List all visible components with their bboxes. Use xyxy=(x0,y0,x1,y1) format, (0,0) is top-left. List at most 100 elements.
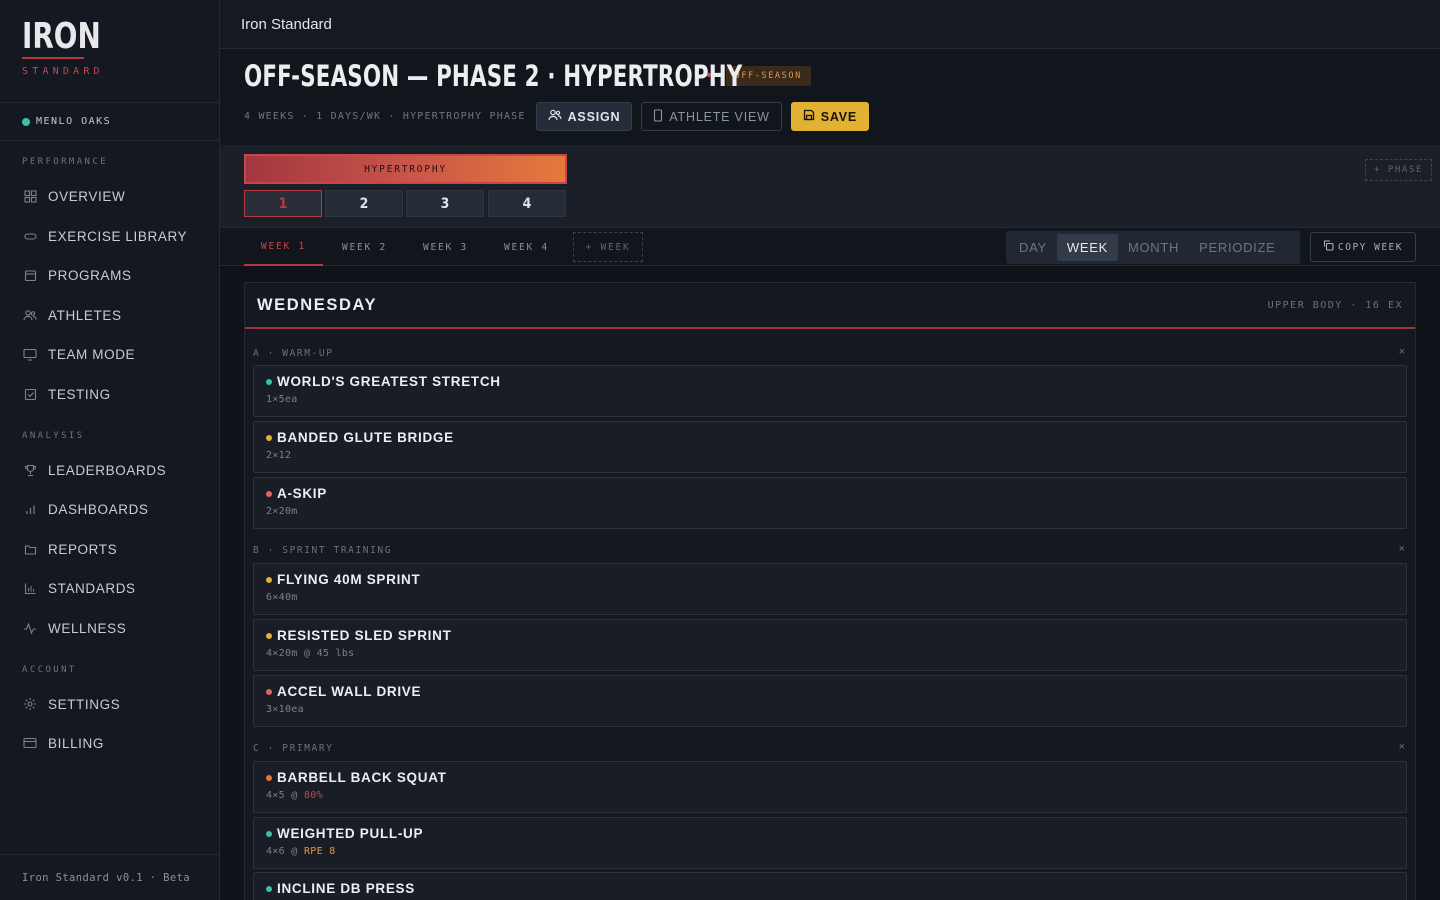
exercise-name: FLYING 40M SPRINT xyxy=(277,572,421,587)
users-icon xyxy=(22,307,38,323)
card-icon xyxy=(22,735,38,751)
tab-week-3[interactable]: WEEK 3 xyxy=(406,228,485,266)
exercise-name: INCLINE DB PRESS xyxy=(277,881,415,896)
save-button[interactable]: SAVE xyxy=(790,102,870,131)
exercise-name: RESISTED SLED SPRINT xyxy=(277,628,452,643)
exercise-card[interactable]: ACCEL WALL DRIVE 3×10ea xyxy=(253,675,1407,727)
copy-week-button[interactable]: COPY WEEK xyxy=(1310,232,1416,262)
sidebar-item-settings[interactable]: SETTINGS xyxy=(22,694,120,714)
exercise-sets-text: 3×10ea xyxy=(266,704,304,715)
trophy-icon xyxy=(22,462,38,478)
phase-timeline: HYPERTROPHY 1 2 3 4 + PHASE xyxy=(220,145,1440,228)
exercise-load: RPE 8 xyxy=(303,846,336,857)
calendar-icon xyxy=(22,267,38,283)
sidebar-item-label: BILLING xyxy=(48,735,104,751)
pulse-icon xyxy=(22,620,38,636)
exercise-name: WORLD'S GREATEST STRETCH xyxy=(277,374,501,389)
phase-week-2[interactable]: 2 xyxy=(325,190,403,217)
exercise-name: WEIGHTED PULL-UP xyxy=(277,826,424,841)
phase-week-4[interactable]: 4 xyxy=(488,190,566,217)
sidebar-item-standards[interactable]: STANDARDS xyxy=(22,578,136,598)
close-icon[interactable]: × xyxy=(1399,543,1405,555)
day-panel-wednesday: WEDNESDAY UPPER BODY · 16 EX A · WARM-UP… xyxy=(244,282,1416,900)
program-title-row: OFF-SEASON — PHASE 2 · HYPERTROPHY • OFF… xyxy=(244,59,811,93)
exercise-load: 80% xyxy=(303,790,323,801)
sidebar-item-label: LEADERBOARDS xyxy=(48,462,167,478)
sidebar-item-team-mode[interactable]: TEAM MODE xyxy=(22,344,135,364)
copy-icon xyxy=(1323,240,1334,254)
phase-block-hypertrophy[interactable]: HYPERTROPHY xyxy=(244,154,567,184)
exercise-name-row: INCLINE DB PRESS xyxy=(266,881,415,896)
top-bar-title: Iron Standard xyxy=(241,15,332,33)
grid-icon xyxy=(22,188,38,204)
sidebar-item-programs[interactable]: PROGRAMS xyxy=(22,265,132,285)
exercise-card[interactable]: WORLD'S GREATEST STRETCH 1×5ea xyxy=(253,365,1407,417)
view-week[interactable]: WEEK xyxy=(1056,234,1118,261)
athlete-view-button-label: ATHLETE VIEW xyxy=(669,109,770,124)
exercise-card[interactable]: RESISTED SLED SPRINT 4×20m @ 45 lbs xyxy=(253,619,1407,671)
check-square-icon xyxy=(22,386,38,402)
exercise-category-dot xyxy=(266,688,272,695)
sidebar-item-athletes[interactable]: ATHLETES xyxy=(22,305,122,325)
view-day[interactable]: DAY xyxy=(1009,234,1057,261)
org-switcher[interactable]: MENLO OAKS xyxy=(0,103,219,141)
top-bar: Iron Standard xyxy=(220,0,1440,49)
org-name: MENLO OAKS xyxy=(36,116,112,127)
exercise-sets: 2×12 xyxy=(266,450,291,461)
sidebar-item-billing[interactable]: BILLING xyxy=(22,733,104,753)
nav-section-account: ACCOUNT xyxy=(22,665,77,675)
sidebar-item-testing[interactable]: TESTING xyxy=(22,384,111,404)
close-icon[interactable]: × xyxy=(1399,741,1405,753)
sidebar-item-dashboards[interactable]: DASHBOARDS xyxy=(22,499,149,519)
sidebar-item-reports[interactable]: REPORTS xyxy=(22,539,117,559)
app-version: Iron Standard v0.1 · Beta xyxy=(0,854,220,900)
copy-week-label: COPY WEEK xyxy=(1338,241,1403,253)
tab-week-1[interactable]: WEEK 1 xyxy=(244,228,323,266)
view-month[interactable]: MONTH xyxy=(1118,234,1189,261)
exercise-name: BANDED GLUTE BRIDGE xyxy=(277,430,454,445)
exercise-sets: 4×20m @ 45 lbs xyxy=(266,648,355,659)
exercise-card[interactable]: INCLINE DB PRESS xyxy=(253,872,1407,900)
bar-chart-icon xyxy=(22,501,38,517)
phase-week-1[interactable]: 1 xyxy=(244,190,322,217)
assign-button[interactable]: ASSIGN xyxy=(535,102,633,131)
exercise-name-row: BANDED GLUTE BRIDGE xyxy=(266,430,454,445)
athlete-view-button[interactable]: ATHLETE VIEW xyxy=(641,102,782,131)
view-switcher: DAY WEEK MONTH PERIODIZE xyxy=(1006,231,1300,264)
program-meta: 4 WEEKS · 1 DAYS/WK · HYPERTROPHY PHASE xyxy=(244,111,526,122)
exercise-category-dot xyxy=(266,830,272,837)
exercise-sets-text: 1×5ea xyxy=(266,394,298,405)
sidebar-item-label: ATHLETES xyxy=(48,307,122,323)
add-phase-button[interactable]: + PHASE xyxy=(1364,159,1432,181)
chain-icon xyxy=(22,228,38,244)
exercise-card[interactable]: BARBELL BACK SQUAT 4×5 @ 80% xyxy=(253,761,1407,813)
sidebar-item-exercise-library[interactable]: EXERCISE LIBRARY xyxy=(22,226,187,246)
sidebar-item-label: STANDARDS xyxy=(48,580,136,596)
brand-logo[interactable]: IRON STANDARD xyxy=(0,0,219,103)
exercise-category-dot xyxy=(266,632,272,639)
program-title[interactable]: OFF-SEASON — PHASE 2 · HYPERTROPHY xyxy=(244,59,742,93)
exercise-card[interactable]: A-SKIP 2×20m xyxy=(253,477,1407,529)
exercise-sets: 4×5 @ 80% xyxy=(266,790,323,801)
exercise-name-row: BARBELL BACK SQUAT xyxy=(266,770,447,785)
add-week-button[interactable]: + WEEK xyxy=(573,232,643,262)
sidebar-item-leaderboards[interactable]: LEADERBOARDS xyxy=(22,460,166,480)
exercise-sets: 2×20m xyxy=(266,506,298,517)
sidebar-item-overview[interactable]: OVERVIEW xyxy=(22,186,125,206)
tab-week-2[interactable]: WEEK 2 xyxy=(325,228,404,266)
tab-week-4[interactable]: WEEK 4 xyxy=(487,228,566,266)
close-icon[interactable]: × xyxy=(1399,346,1405,358)
view-periodize[interactable]: PERIODIZE xyxy=(1189,234,1285,261)
exercise-name: ACCEL WALL DRIVE xyxy=(277,684,422,699)
exercise-card[interactable]: BANDED GLUTE BRIDGE 2×12 xyxy=(253,421,1407,473)
sidebar: IRON STANDARD MENLO OAKS PERFORMANCE OVE… xyxy=(0,0,220,900)
nav-section-analysis: ANALYSIS xyxy=(22,431,85,441)
exercise-card[interactable]: FLYING 40M SPRINT 6×40m xyxy=(253,563,1407,615)
block-label-c: C · PRIMARY xyxy=(253,743,334,754)
phase-week-3[interactable]: 3 xyxy=(406,190,484,217)
assign-button-label: ASSIGN xyxy=(567,109,621,124)
org-status-dot xyxy=(22,117,30,126)
phone-icon xyxy=(653,108,663,125)
sidebar-item-wellness[interactable]: WELLNESS xyxy=(22,618,126,638)
exercise-card[interactable]: WEIGHTED PULL-UP 4×6 @ RPE 8 xyxy=(253,817,1407,869)
